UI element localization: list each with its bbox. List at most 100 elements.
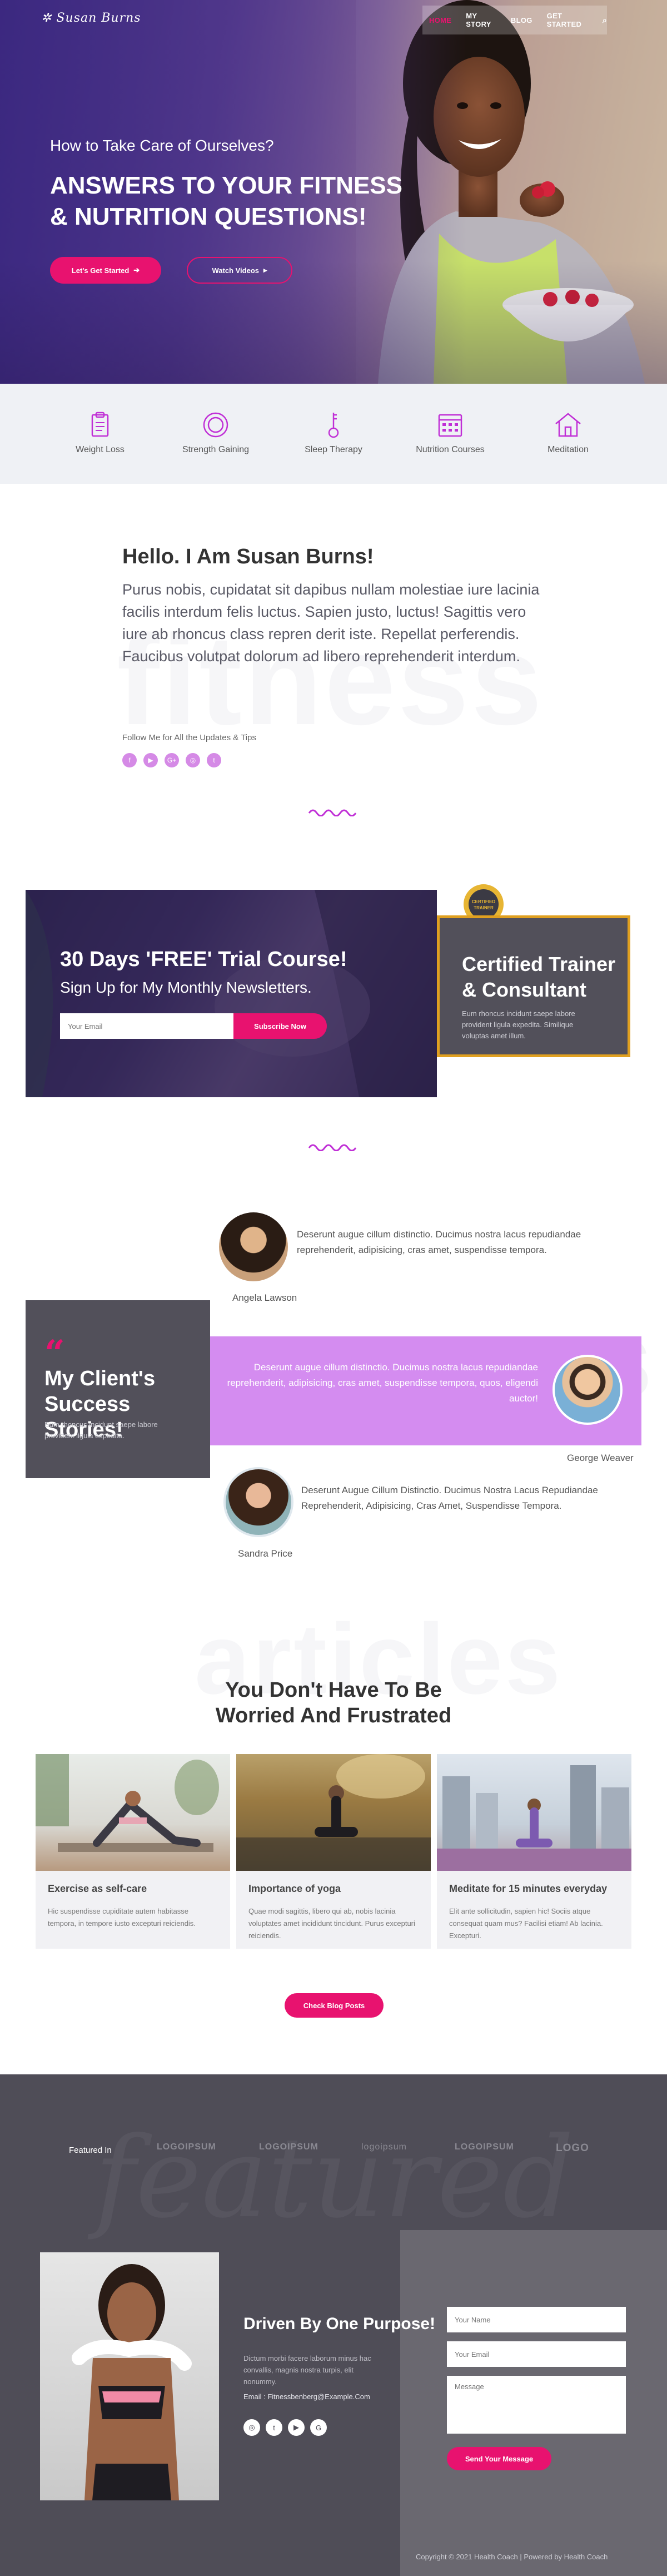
avatar-sandra <box>223 1467 293 1537</box>
blog-title-line-2: Worried And Frustrated <box>215 1704 452 1727</box>
service-label: Sleep Therapy <box>305 445 362 454</box>
blog-card-title[interactable]: Exercise as self-care <box>48 1883 147 1895</box>
hero-section: ✲ Susan Burns HOME MY STORY BLOG GET STA… <box>0 0 667 384</box>
nav-get-started[interactable]: GET STARTED <box>547 12 588 28</box>
logo-icon: ✲ <box>41 11 52 25</box>
contact-email-input[interactable] <box>447 2341 626 2367</box>
featured-logo-3[interactable]: logoipsum <box>361 2142 407 2152</box>
logo-text: Susan Burns <box>56 11 141 25</box>
meditation-city-photo <box>437 1765 631 1871</box>
service-label: Nutrition Courses <box>416 445 485 454</box>
testimonial-text-3: Deserunt Augue Cillum Distinctio. Ducimu… <box>301 1485 598 1511</box>
calendar-icon <box>438 414 462 437</box>
testimonial-name-3: Sandra Price <box>238 1548 293 1559</box>
wave-divider <box>308 1144 357 1151</box>
testimonial-text-2: Deserunt augue cillum distinctio. Ducimu… <box>227 1362 538 1404</box>
certified-title: Certified Trainer & Consultant <box>462 953 616 1001</box>
featured-logo-1[interactable]: LOGOIPSUM <box>157 2142 216 2152</box>
send-message-button[interactable]: Send Your Message <box>447 2447 551 2470</box>
site-logo[interactable]: ✲ Susan Burns <box>41 11 141 25</box>
featured-logo-5[interactable]: LOGO <box>556 2142 589 2154</box>
instagram-icon[interactable]: ◎ <box>243 2419 260 2436</box>
arrow-circle-icon: ➔ <box>133 266 140 274</box>
yoga-sunset-photo <box>236 1754 431 1871</box>
service-strength-gaining[interactable]: Strength Gaining <box>171 410 260 455</box>
trial-course-banner: 30 Days 'FREE' Trial Course! Sign Up for… <box>26 890 437 1097</box>
get-started-button[interactable]: Let's Get Started ➔ <box>50 257 161 284</box>
trial-title: 30 Days 'FREE' Trial Course! <box>60 948 347 971</box>
coach-photo <box>40 2252 219 2500</box>
twitter-icon[interactable]: t <box>207 753 221 767</box>
blog-card-text: Hic suspendisse cupiditate autem habitas… <box>48 1907 196 1928</box>
service-sleep-therapy[interactable]: Sleep Therapy <box>289 410 378 455</box>
nav-home[interactable]: HOME <box>429 16 451 24</box>
intro-title: Hello. I Am Susan Burns! <box>122 545 374 568</box>
service-label: Weight Loss <box>76 445 125 454</box>
hero-subtitle: How to Take Care of Ourselves? <box>50 137 274 154</box>
about-title: Driven By One Purpose! <box>243 2315 436 2333</box>
youtube-icon[interactable]: ▶ <box>143 753 158 767</box>
instagram-icon[interactable]: ◎ <box>186 753 200 767</box>
watch-videos-button[interactable]: Watch Videos ▸ <box>187 257 292 284</box>
youtube-icon[interactable]: ▶ <box>288 2419 305 2436</box>
blog-card-text: Quae modi sagittis, libero qui ab, nobis… <box>248 1907 415 1940</box>
blog-card-image <box>437 1754 631 1871</box>
testimonial-text-1: Deserunt augue cillum distinctio. Ducimu… <box>297 1229 581 1255</box>
contact-panel: Send Your Message <box>400 2230 667 2576</box>
blog-section-title: You Don't Have To Be Worried And Frustra… <box>0 1677 667 1728</box>
service-meditation[interactable]: Meditation <box>524 410 613 455</box>
blog-card-image <box>36 1754 230 1871</box>
blog-card-1[interactable]: Exercise as self-care Hic suspendisse cu… <box>36 1754 230 1949</box>
watch-videos-label: Watch Videos <box>212 266 259 275</box>
blog-card-text: Elit ante sollicitudin, sapien hic! Soci… <box>449 1907 603 1940</box>
wave-divider <box>308 809 357 816</box>
client-stories-card: “ My Client's Success Stories! Eum rhonc… <box>26 1300 210 1478</box>
featured-logo-2[interactable]: LOGOIPSUM <box>259 2142 318 2152</box>
certified-text: Eum rhoncus incidunt saepe labore provid… <box>462 1009 575 1040</box>
badge-line-1: CERTIFIED <box>472 899 495 904</box>
blog-card-image <box>236 1754 431 1871</box>
about-email[interactable]: Email : Fitnessbenberg@Example.Com <box>243 2392 370 2401</box>
testimonial-name-2: George Weaver <box>567 1453 634 1463</box>
blog-card-title[interactable]: Importance of yoga <box>248 1883 341 1895</box>
quote-icon: “ <box>44 1332 65 1374</box>
nav-blog[interactable]: BLOG <box>511 16 532 24</box>
intro-text: Purus nobis, cupidatat sit dapibus nulla… <box>122 581 540 665</box>
google-icon[interactable]: G <box>310 2419 327 2436</box>
contact-message-input[interactable] <box>447 2376 626 2434</box>
home-icon <box>555 413 581 437</box>
avatar-angela <box>219 1212 288 1281</box>
twitter-icon[interactable]: t <box>266 2419 282 2436</box>
blog-card-2[interactable]: Importance of yoga Quae modi sagittis, l… <box>236 1754 431 1949</box>
google-plus-icon[interactable]: G+ <box>165 753 179 767</box>
service-nutrition-courses[interactable]: Nutrition Courses <box>406 410 495 455</box>
client-stories-text: Eum rhoncus incidunt saepe labore provid… <box>44 1420 158 1440</box>
featured-logo-4[interactable]: LOGOIPSUM <box>455 2142 514 2152</box>
featured-in-label: Featured In <box>69 2146 112 2155</box>
badge-line-2: TRAINER <box>474 905 494 910</box>
hero-title: Answers To Your Fitness & Nutrition Ques… <box>50 172 403 230</box>
key-icon <box>328 413 339 438</box>
avatar-george <box>552 1355 623 1425</box>
service-label: Strength Gaining <box>182 445 250 454</box>
copyright-text: Copyright © 2021 Health Coach | Powered … <box>416 2553 608 2561</box>
services-strip: Weight Loss Strength Gaining Sleep Thera… <box>0 384 667 484</box>
search-icon[interactable]: ⌕ <box>603 16 607 25</box>
newsletter-email-input[interactable] <box>60 1013 233 1039</box>
blog-card-3[interactable]: Meditate for 15 minutes everyday Elit an… <box>437 1754 631 1949</box>
testimonial-name-1: Angela Lawson <box>232 1292 297 1303</box>
contact-name-input[interactable] <box>447 2307 626 2332</box>
follow-label: Follow Me for All the Updates & Tips <box>122 733 256 742</box>
check-blog-posts-button[interactable]: Check Blog Posts <box>285 1993 384 2018</box>
play-icon: ▸ <box>263 266 267 274</box>
service-weight-loss[interactable]: Weight Loss <box>56 410 145 455</box>
certified-trainer-card: Certified Trainer & Consultant Eum rhonc… <box>437 915 630 1057</box>
featured-footer-section: featured Featured In LOGOIPSUM LOGOIPSUM… <box>0 2074 667 2576</box>
get-started-label: Let's Get Started <box>71 266 130 275</box>
blog-title-line-1: You Don't Have To Be <box>225 1678 442 1702</box>
subscribe-button[interactable]: Subscribe Now <box>233 1013 327 1039</box>
nav-my-story[interactable]: MY STORY <box>466 12 496 28</box>
blog-card-title[interactable]: Meditate for 15 minutes everyday <box>449 1883 607 1895</box>
ring-icon <box>203 412 228 438</box>
facebook-icon[interactable]: f <box>122 753 137 767</box>
